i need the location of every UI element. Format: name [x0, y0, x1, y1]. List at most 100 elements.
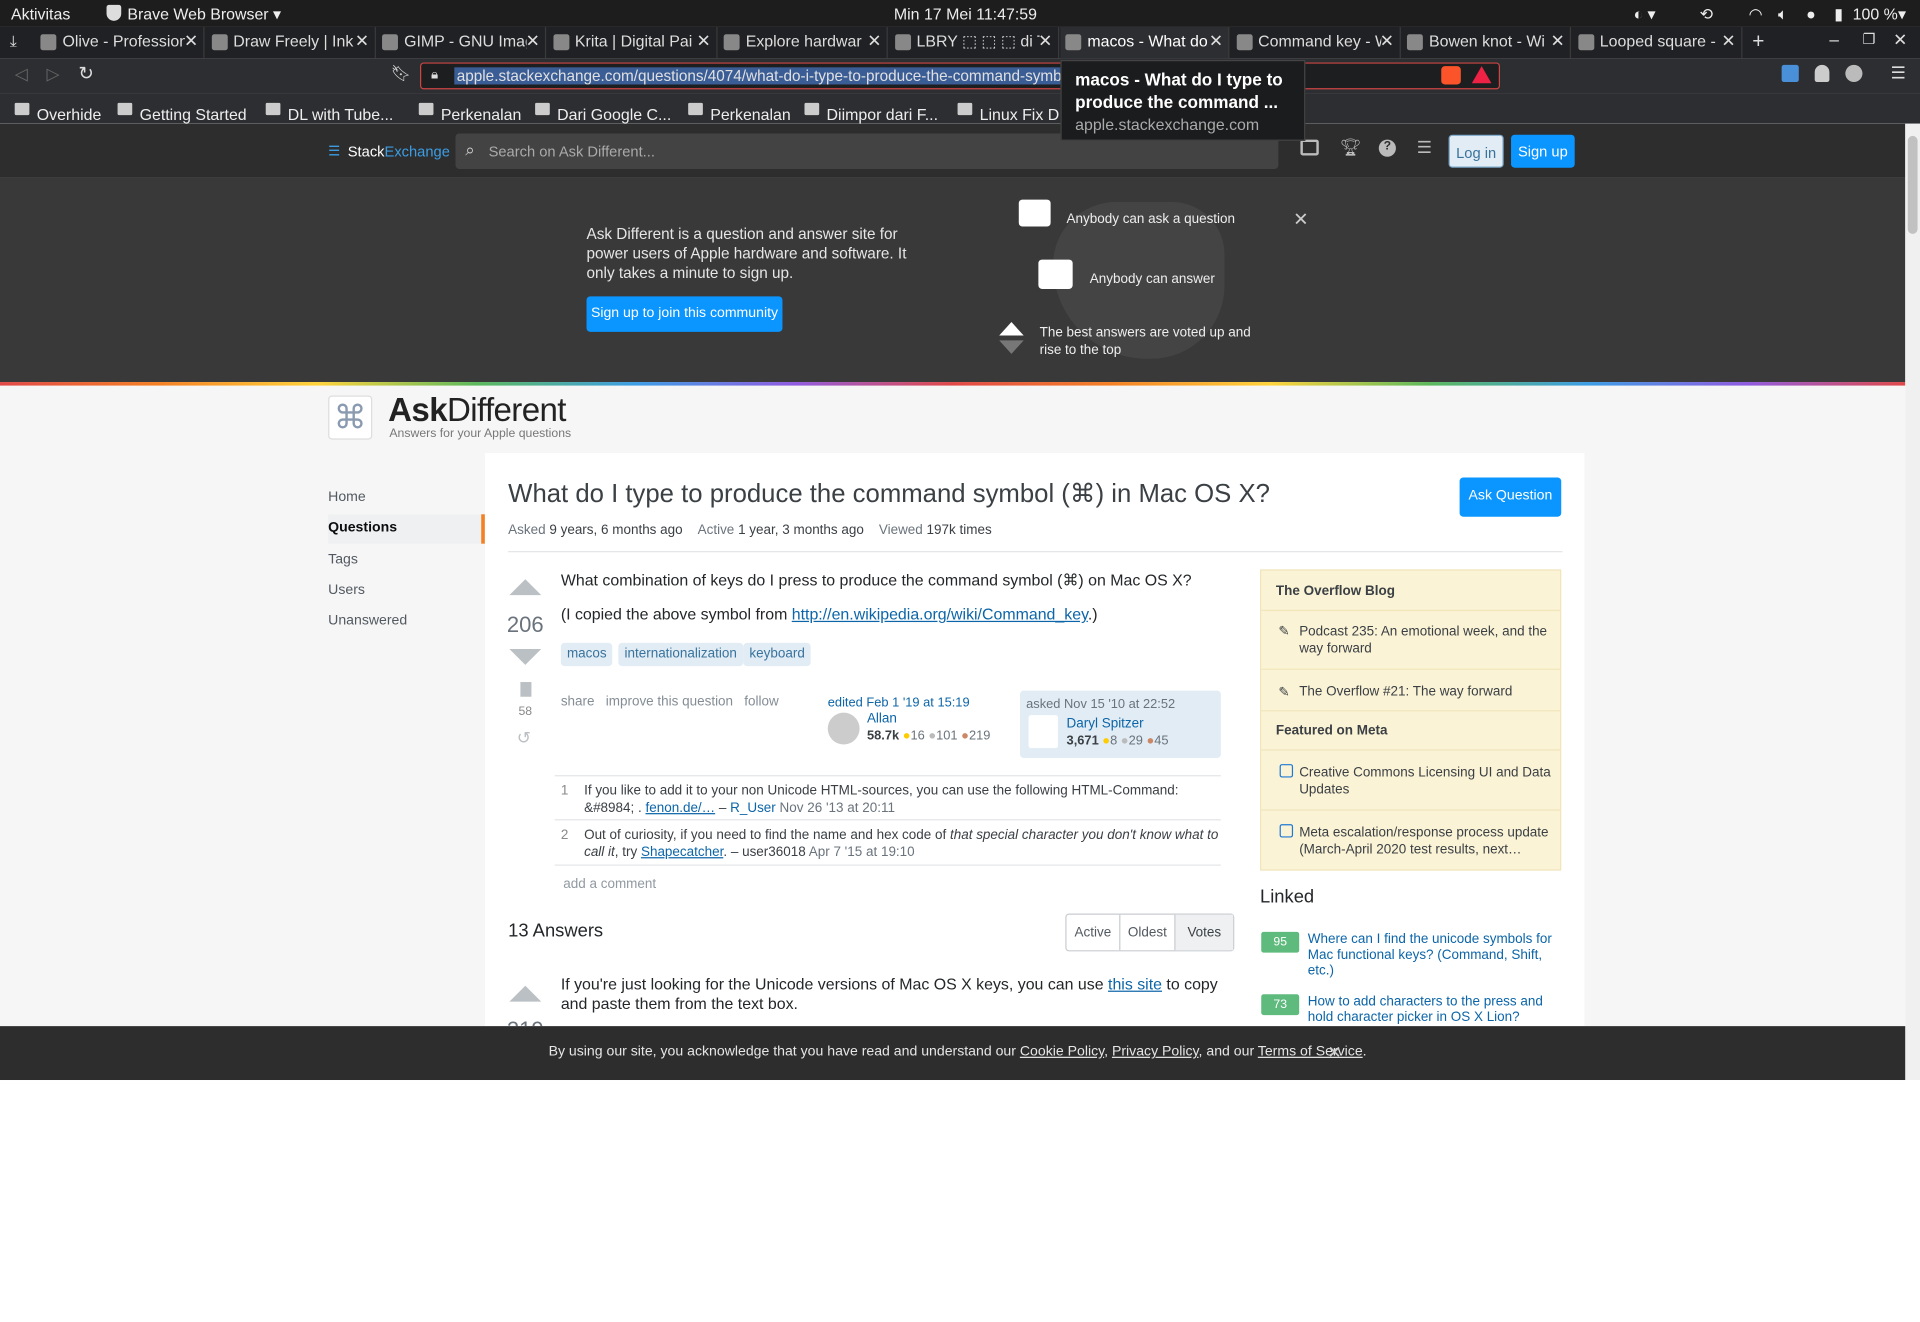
stackexchange-logo-icon[interactable]: ☰: [328, 143, 340, 159]
this-site-link[interactable]: this site: [1108, 975, 1162, 993]
bookmark-item[interactable]: Getting Started: [117, 99, 247, 124]
forward-button[interactable]: ▷: [47, 64, 60, 85]
answer-upvote-button[interactable]: [509, 985, 542, 1002]
url-bar[interactable]: 🔒︎ apple.stackexchange.com/questions/407…: [420, 62, 1501, 90]
tab-3[interactable]: GIMP - GNU Imag ✕: [377, 26, 547, 59]
brave-rewards-icon[interactable]: [1471, 66, 1492, 84]
comment-link[interactable]: fenon.de/…: [646, 801, 716, 816]
close-tab-icon[interactable]: ✕: [1209, 31, 1223, 52]
mic-icon[interactable]: ●: [1806, 5, 1816, 23]
close-tab-icon[interactable]: ✕: [1380, 31, 1394, 52]
linked-question-link[interactable]: Where can I find the unicode symbols for…: [1308, 932, 1553, 980]
tab-4[interactable]: Krita | Digital Pai ✕: [548, 26, 717, 59]
terms-link[interactable]: Terms of Service: [1258, 1044, 1363, 1059]
battery-icon[interactable]: ▮: [1834, 5, 1843, 25]
page-scrollbar[interactable]: [1905, 123, 1920, 1081]
close-tab-icon[interactable]: ✕: [1721, 31, 1735, 52]
close-window-button[interactable]: ✕: [1893, 29, 1907, 50]
status-icon[interactable]: ◐ ▾: [1633, 5, 1655, 25]
help-icon[interactable]: ?: [1378, 139, 1396, 157]
join-community-button[interactable]: Sign up to join this community: [586, 296, 783, 332]
wifi-icon[interactable]: ◠: [1749, 5, 1763, 25]
editor-name[interactable]: Allan: [867, 711, 897, 726]
bookmark-item[interactable]: Perkenalan: [418, 99, 521, 124]
downvote-button[interactable]: [509, 648, 542, 665]
edited-link[interactable]: edited Feb 1 '19 at 15:19: [828, 696, 970, 711]
improve-link[interactable]: improve this question: [606, 694, 733, 709]
close-tab-icon[interactable]: ✕: [1551, 31, 1565, 52]
power-menu-icon[interactable]: ▾: [1898, 5, 1906, 25]
bookmark-item[interactable]: DL with Tube...: [265, 99, 393, 124]
activities-button[interactable]: Aktivitas: [11, 5, 70, 23]
follow-link[interactable]: follow: [744, 694, 778, 709]
volume-icon[interactable]: 🔈︎: [1778, 5, 1788, 25]
bookmark-item[interactable]: Dari Google C...: [535, 99, 671, 124]
bookmark-item[interactable]: Linux Fix D: [957, 99, 1059, 124]
app-menu[interactable]: Brave Web Browser ▾: [127, 5, 281, 25]
sort-votes[interactable]: Votes: [1175, 914, 1234, 951]
tab-5[interactable]: Explore hardwar ✕: [719, 26, 888, 59]
ask-question-button[interactable]: Ask Question: [1459, 477, 1562, 517]
login-button[interactable]: Log in: [1448, 134, 1504, 168]
nav-unanswered[interactable]: Unanswered: [328, 608, 485, 637]
sync-icon[interactable]: ⟲: [1700, 5, 1713, 25]
close-tab-icon[interactable]: ✕: [696, 31, 710, 52]
share-link[interactable]: share: [561, 694, 595, 709]
tab-10[interactable]: Looped square - ✕: [1573, 26, 1742, 59]
asker-name[interactable]: Daryl Spitzer: [1067, 716, 1144, 731]
restore-button[interactable]: ❐: [1862, 31, 1875, 48]
upvote-button[interactable]: [509, 579, 542, 596]
lock-icon[interactable]: 🔒︎: [431, 67, 438, 83]
close-tab-icon[interactable]: ✕: [1038, 31, 1052, 52]
close-tab-icon[interactable]: ✕: [526, 31, 540, 52]
close-tab-icon[interactable]: ✕: [184, 31, 198, 52]
tab-2[interactable]: Draw Freely | Ink ✕: [206, 26, 376, 59]
comment-user[interactable]: R_User: [730, 801, 776, 816]
bookmark-item[interactable]: Perkenalan: [688, 99, 791, 124]
bookmark-item[interactable]: Diimpor dari F...: [804, 99, 938, 124]
bookmark-button-icon[interactable]: [520, 682, 532, 697]
blog-item-1[interactable]: ✎ Podcast 235: An emotional week, and the…: [1261, 609, 1561, 668]
download-icon[interactable]: ⤓: [10, 32, 17, 52]
tag-macos[interactable]: macos: [560, 642, 613, 667]
url-text[interactable]: apple.stackexchange.com/questions/4074/w…: [454, 67, 1062, 85]
blog-item-2[interactable]: ✎ The Overflow #21: The way forward: [1261, 668, 1561, 711]
bookmark-item[interactable]: Overhide: [14, 99, 101, 124]
meta-item-2[interactable]: Meta escalation/response process update …: [1261, 809, 1561, 869]
linked-question-link[interactable]: How to add characters to the press and h…: [1308, 994, 1553, 1026]
stackexchange-logo[interactable]: StackExchange: [348, 143, 450, 160]
site-name[interactable]: AskDifferent: [388, 392, 566, 430]
meta-item-1[interactable]: Creative Commons Licensing UI and Data U…: [1261, 749, 1561, 808]
signup-button[interactable]: Sign up: [1511, 134, 1575, 168]
blog-link[interactable]: Podcast 235: An emotional week, and the …: [1299, 624, 1547, 656]
tab-7[interactable]: macos - What do ✕: [1060, 26, 1230, 59]
back-button[interactable]: ◁: [15, 64, 28, 85]
blog-link[interactable]: The Overflow #21: The way forward: [1299, 684, 1512, 699]
achievements-icon[interactable]: 🏆︎: [1340, 137, 1362, 158]
tag-internationalization[interactable]: internationalization: [618, 642, 743, 667]
extension-icon-3[interactable]: [1845, 64, 1863, 83]
meta-link[interactable]: Meta escalation/response process update …: [1299, 825, 1548, 857]
sort-oldest[interactable]: Oldest: [1120, 914, 1176, 951]
nav-questions[interactable]: Questions: [328, 514, 485, 545]
close-tab-icon[interactable]: ✕: [355, 31, 369, 52]
meta-link[interactable]: Creative Commons Licensing UI and Data U…: [1299, 765, 1551, 797]
close-tab-icon[interactable]: ✕: [867, 31, 881, 52]
cookie-policy-link[interactable]: Cookie Policy: [1020, 1044, 1104, 1059]
nav-tags[interactable]: Tags: [328, 546, 485, 575]
tag-keyboard[interactable]: keyboard: [743, 642, 811, 667]
privacy-policy-link[interactable]: Privacy Policy: [1112, 1044, 1199, 1059]
minimize-button[interactable]: –: [1829, 29, 1839, 49]
reload-button[interactable]: ↻: [78, 62, 93, 85]
extension-icon-1[interactable]: [1781, 64, 1799, 83]
wikipedia-link[interactable]: http://en.wikipedia.org/wiki/Command_key: [792, 605, 1088, 623]
question-title[interactable]: What do I type to produce the command sy…: [508, 479, 1270, 510]
add-comment-link[interactable]: add a comment: [563, 877, 656, 892]
tab-9[interactable]: Bowen knot - Wi ✕: [1402, 26, 1572, 59]
tab-8[interactable]: Command key - W ✕: [1231, 26, 1401, 59]
asker-avatar[interactable]: [1028, 715, 1058, 749]
ask-different-logo-icon[interactable]: ⌘: [328, 395, 373, 440]
sort-active[interactable]: Active: [1067, 914, 1121, 951]
editor-avatar[interactable]: [827, 712, 860, 745]
history-icon[interactable]: ↺: [517, 727, 531, 748]
